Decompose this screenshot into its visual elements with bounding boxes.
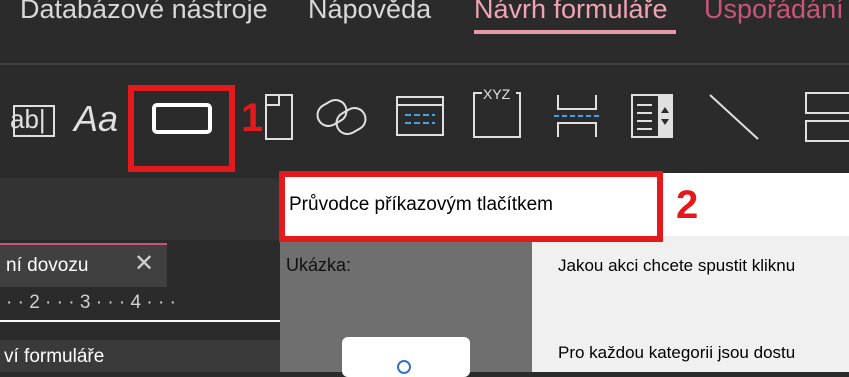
horizontal-ruler: · · 2 · · · 3 · · · 4 · · · [0, 287, 280, 320]
rectangle-icon[interactable] [800, 89, 849, 143]
close-icon[interactable]: ✕ [134, 249, 154, 278]
combo-box-icon[interactable] [628, 91, 680, 141]
line-icon[interactable] [704, 89, 764, 143]
tab-control-icon[interactable] [262, 89, 298, 143]
ruler-marks: · · 2 · · · 3 · · · 4 · · · [6, 292, 176, 313]
svg-text:XYZ: XYZ [483, 86, 511, 102]
annotation-marker-1: 1 [241, 96, 264, 140]
sample-panel: Ukázka: [280, 236, 532, 377]
ruler-edge [0, 320, 280, 322]
svg-text:Aa: Aa [72, 98, 118, 139]
svg-text:ab|: ab| [10, 104, 46, 134]
sample-label: Ukázka: [286, 255, 352, 275]
page-break-icon[interactable] [550, 91, 606, 141]
hyperlink-icon[interactable] [314, 95, 374, 139]
sample-button-preview [342, 337, 470, 377]
highlight-box-1 [128, 85, 235, 172]
highlight-box-2 [279, 171, 663, 242]
navigation-control-icon[interactable]: XYZ [470, 85, 528, 141]
navigation-strip [0, 178, 280, 240]
active-tab-indicator [474, 30, 676, 34]
web-browser-control-icon[interactable] [393, 93, 449, 139]
dialog-body: Ukázka: Jakou akci chcete spustit kliknu… [280, 236, 849, 377]
document-tab[interactable]: ní dovozu ✕ [0, 243, 167, 287]
tab-help[interactable]: Nápověda [308, 0, 431, 25]
form-section-header: ví formuláře [0, 340, 280, 372]
tab-database-tools[interactable]: Databázové nástroje [20, 0, 268, 25]
form-section-label: ví formuláře [4, 346, 105, 367]
label-icon[interactable]: Aa [70, 95, 130, 140]
tab-form-design[interactable]: Návrh formuláře [474, 0, 668, 25]
ribbon-tab-bar: Databázové nástroje Nápověda Návrh formu… [0, 0, 849, 60]
wizard-question: Jakou akci chcete spustit kliknu [558, 256, 796, 275]
document-tab-label: ní dovozu [6, 255, 89, 276]
tab-arrange[interactable]: Uspořádání [704, 0, 844, 25]
text-box-icon[interactable]: ab| [0, 98, 60, 140]
wizard-hint: Pro každou kategorii jsou dostu [558, 343, 796, 362]
annotation-marker-2: 2 [676, 183, 699, 227]
